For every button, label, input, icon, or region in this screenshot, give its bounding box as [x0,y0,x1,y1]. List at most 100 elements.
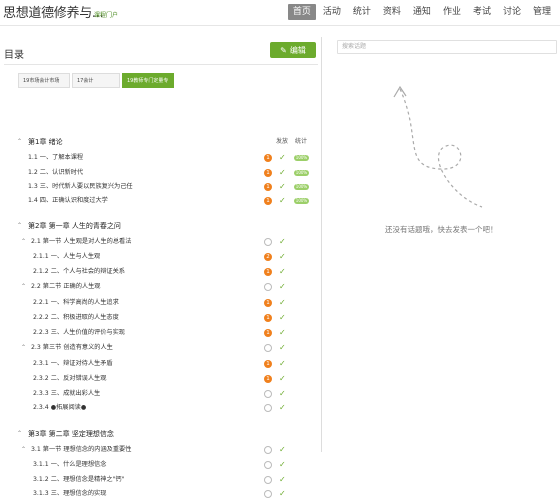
course-portal-link[interactable]: 课程门户 [94,10,118,19]
release-check-icon[interactable]: ✓ [279,181,286,193]
course-title[interactable]: 思想道德修养与... [3,2,104,21]
release-check-icon[interactable]: ✓ [279,444,286,456]
stats-pill[interactable]: 100% [294,184,309,190]
task-count-badge[interactable]: 2 [264,253,272,261]
task-count-badge[interactable]: 1 [264,154,272,162]
task-count-badge[interactable]: 1 [264,299,272,307]
row-title[interactable]: 2.2.1 一、科学高尚的人生追求 [33,297,119,309]
release-check-icon[interactable]: ✓ [279,236,286,248]
release-check-icon[interactable]: ✓ [279,342,286,354]
section-row[interactable]: ⌃ 3.1 第一节 理想信念的内涵及重要性 ✓ [0,444,322,456]
row-title[interactable]: 1.1 一、了解本课程 [28,152,83,164]
task-count-badge[interactable]: 1 [264,183,272,191]
section-row[interactable]: ⌃ 2.1 第一节 人生观是对人生的总看法 ✓ [0,236,322,248]
row-title[interactable]: 3.1.3 三、理想信念的实现 [33,488,106,500]
lesson-row[interactable]: 2.3.3 三、成就出彩人生 ✓ [0,388,322,400]
tab-class-1[interactable]: 19市场会计市场 [18,73,70,88]
lesson-row[interactable]: 2.2.1 一、科学高尚的人生追求 1 ✓ [0,297,322,309]
task-count-badge[interactable]: 1 [264,169,272,177]
edit-button[interactable]: ✎ 编辑 [270,42,316,58]
nav-item[interactable]: 作业 [438,4,466,20]
nav-item[interactable]: 通知 [408,4,436,20]
lesson-row[interactable]: 1.2 二、认识新时代 1 ✓ 100% [0,167,322,179]
release-check-icon[interactable]: ✓ [279,195,286,207]
row-title[interactable]: 2.2 第二节 正确的人生观 [31,281,100,293]
collapse-caret-icon[interactable]: ⌃ [17,220,22,232]
row-title[interactable]: 3.1.2 二、理想信念是精神之"钙" [33,474,124,486]
row-title[interactable]: 2.2.2 二、积极进取的人生态度 [33,312,119,324]
lesson-row[interactable]: 3.1.2 二、理想信念是精神之"钙" ✓ [0,474,322,486]
row-title[interactable]: 2.3.3 三、成就出彩人生 [33,388,100,400]
row-title[interactable]: 第1章 绪论 [28,136,63,148]
collapse-caret-icon[interactable]: ⌃ [21,236,26,248]
row-title[interactable]: 2.3.2 二、反对错误人生观 [33,373,106,385]
collapse-caret-icon[interactable]: ⌃ [17,136,22,148]
task-count-badge[interactable]: 1 [264,360,272,368]
row-title[interactable]: 第2章 第一章 人生的青春之问 [28,220,121,232]
stats-pill[interactable]: 100% [294,170,309,176]
task-count-badge[interactable]: 1 [264,329,272,337]
collapse-caret-icon[interactable]: ⌃ [21,444,26,456]
section-row[interactable]: ⌃ 2.2 第二节 正确的人生观 ✓ [0,281,322,293]
row-title[interactable]: 1.2 二、认识新时代 [28,167,83,179]
task-count-badge[interactable]: 1 [264,314,272,322]
lesson-row[interactable]: 2.3.1 一、辩证对待人生矛盾 1 ✓ [0,358,322,370]
row-title[interactable]: 2.3 第三节 创造有意义的人生 [31,342,113,354]
release-check-icon[interactable]: ✓ [279,251,286,263]
nav-item[interactable]: 考试 [468,4,496,20]
lesson-row[interactable]: 2.2.2 二、积极进取的人生态度 1 ✓ [0,312,322,324]
lesson-row[interactable]: 3.1.3 三、理想信念的实现 ✓ [0,488,322,500]
release-check-icon[interactable]: ✓ [279,167,286,179]
lesson-row[interactable]: 2.1.2 二、个人与社会的辩证关系 1 ✓ [0,266,322,278]
task-count-badge[interactable]: 1 [264,268,272,276]
task-count-badge[interactable]: 1 [264,375,272,383]
release-check-icon[interactable]: ✓ [279,327,286,339]
release-check-icon[interactable]: ✓ [279,474,286,486]
lesson-row[interactable]: 2.3.4 ●拓展阅读● ✓ [0,402,322,414]
chapter-row[interactable]: ⌃ 第2章 第一章 人生的青春之问 [0,220,322,232]
release-check-icon[interactable]: ✓ [279,488,286,500]
release-check-icon[interactable]: ✓ [279,388,286,400]
section-row[interactable]: ⌃ 2.3 第三节 创造有意义的人生 ✓ [0,342,322,354]
row-title[interactable]: 3.1 第一节 理想信念的内涵及重要性 [31,444,131,456]
lesson-row[interactable]: 2.2.3 三、人生价值的评价与实现 1 ✓ [0,327,322,339]
row-title[interactable]: 2.3.4 ●拓展阅读● [33,402,86,414]
task-count-badge[interactable]: 1 [264,197,272,205]
nav-item[interactable]: 活动 [318,4,346,20]
release-check-icon[interactable]: ✓ [279,281,286,293]
row-title[interactable]: 1.3 三、时代新人要以民族复兴为己任 [28,181,133,193]
tab-class-3[interactable]: 19教师专门定量专 [122,73,174,88]
tab-class-2[interactable]: 17会计 [72,73,120,88]
chapter-row[interactable]: ⌃ 第3章 第二章 坚定理想信念 [0,428,322,440]
release-check-icon[interactable]: ✓ [279,312,286,324]
collapse-caret-icon[interactable]: ⌃ [17,428,22,440]
search-input[interactable]: 搜索话题 [337,40,557,54]
row-title[interactable]: 第3章 第二章 坚定理想信念 [28,428,114,440]
lesson-row[interactable]: 1.3 三、时代新人要以民族复兴为己任 1 ✓ 100% [0,181,322,193]
lesson-row[interactable]: 1.4 四、正确认识和度过大学 1 ✓ 100% [0,195,322,207]
nav-item[interactable]: 资料 [378,4,406,20]
row-title[interactable]: 2.1.2 二、个人与社会的辩证关系 [33,266,125,278]
lesson-row[interactable]: 2.1.1 一、人生与人生观 2 ✓ [0,251,322,263]
release-check-icon[interactable]: ✓ [279,402,286,414]
stats-pill[interactable]: 100% [294,198,309,204]
nav-item[interactable]: 管理 [528,4,556,20]
release-check-icon[interactable]: ✓ [279,152,286,164]
row-title[interactable]: 2.2.3 三、人生价值的评价与实现 [33,327,125,339]
collapse-caret-icon[interactable]: ⌃ [21,342,26,354]
release-check-icon[interactable]: ✓ [279,297,286,309]
release-check-icon[interactable]: ✓ [279,266,286,278]
chapter-row[interactable]: ⌃ 第1章 绪论 发放 统计 [0,136,322,148]
row-title[interactable]: 2.1.1 一、人生与人生观 [33,251,100,263]
row-title[interactable]: 1.4 四、正确认识和度过大学 [28,195,108,207]
stats-pill[interactable]: 100% [294,155,309,161]
row-title[interactable]: 3.1.1 一、什么是理想信念 [33,459,106,471]
row-title[interactable]: 2.3.1 一、辩证对待人生矛盾 [33,358,113,370]
release-check-icon[interactable]: ✓ [279,358,286,370]
nav-item[interactable]: 首页 [287,4,316,20]
collapse-caret-icon[interactable]: ⌃ [21,281,26,293]
lesson-row[interactable]: 2.3.2 二、反对错误人生观 1 ✓ [0,373,322,385]
lesson-row[interactable]: 1.1 一、了解本课程 1 ✓ 100% [0,152,322,164]
lesson-row[interactable]: 3.1.1 一、什么是理想信念 ✓ [0,459,322,471]
release-check-icon[interactable]: ✓ [279,373,286,385]
